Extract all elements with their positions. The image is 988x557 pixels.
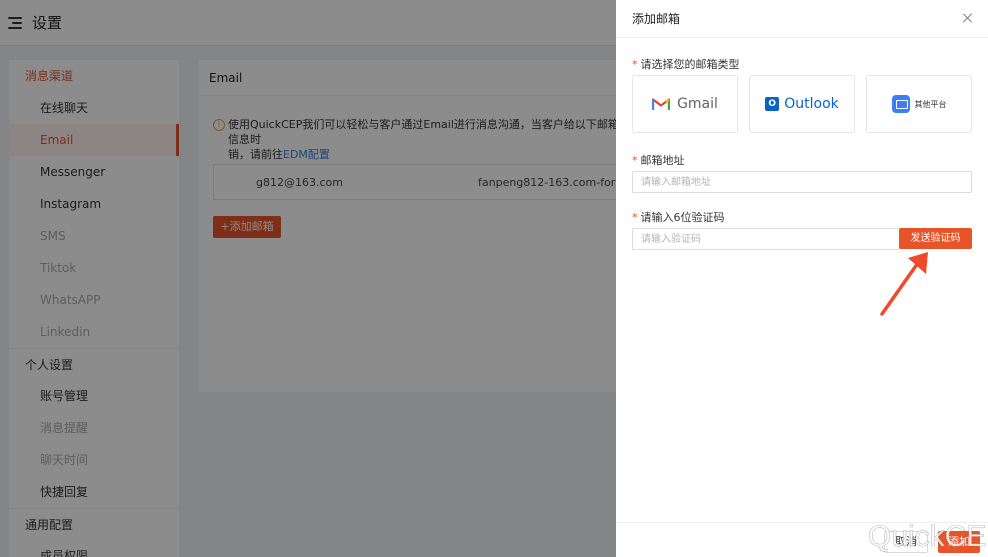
close-icon[interactable]: [962, 12, 974, 24]
send-code-button[interactable]: 发送验证码: [899, 228, 972, 249]
verification-code-input[interactable]: [632, 228, 900, 250]
annotation-arrow-icon: [880, 252, 928, 316]
code-label: * 请输入6位验证码: [632, 211, 725, 224]
provider-label: * 请选择您的邮箱类型: [632, 58, 740, 71]
provider-name: Gmail: [677, 96, 718, 112]
email-field[interactable]: [632, 171, 972, 193]
mail-icon: [891, 95, 910, 113]
drawer-header: 添加邮箱: [616, 0, 988, 38]
drawer-title: 添加邮箱: [632, 12, 681, 26]
provider-name: 其他平台: [914, 99, 947, 109]
provider-name: Outlook: [784, 96, 839, 112]
provider-gmail[interactable]: Gmail: [632, 75, 738, 133]
gmail-icon: [652, 98, 671, 110]
add-email-drawer: 添加邮箱 * 请选择您的邮箱类型 Gmail O Outlook 其他平台 * 邮箱…: [616, 0, 988, 557]
provider-other[interactable]: 其他平台: [866, 75, 972, 133]
outlook-icon: O: [765, 97, 780, 111]
provider-outlook[interactable]: O Outlook: [749, 75, 855, 133]
watermark: QuickCEP: [868, 520, 988, 554]
email-label: * 邮箱地址: [632, 154, 685, 167]
